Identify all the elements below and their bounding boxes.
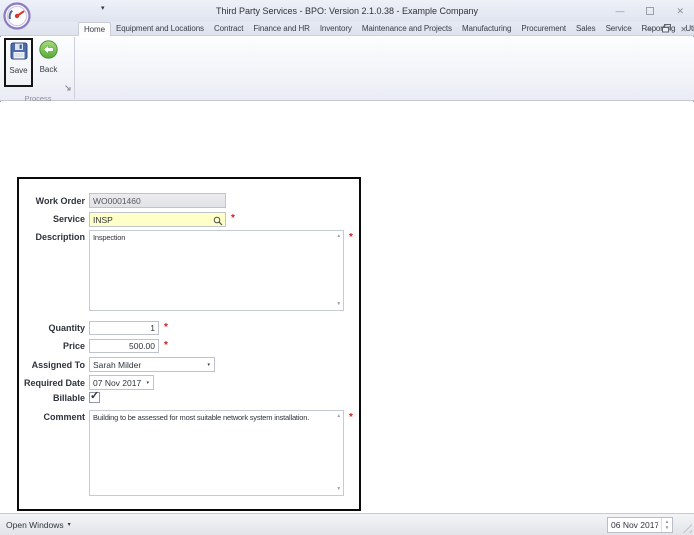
description-label: Description [35,232,85,242]
billable-checkbox[interactable]: ✓ [89,390,100,403]
close-button[interactable]: ✕ [676,6,684,16]
service-label: Service [52,213,85,224]
price-required-marker: * [164,340,168,351]
billable-label: Billable [52,392,85,403]
statusbar: Open Windows ▾ ▲ ▼ [0,513,694,535]
minimize-button[interactable]: — [615,6,624,16]
tab-contract[interactable]: Contract [209,22,248,36]
ribbon-group-process: Save Back Process [2,37,75,103]
open-windows-button[interactable]: Open Windows ▾ [6,514,71,535]
ribbon-close-icon[interactable]: ✕ [680,25,687,34]
tab-maintenance-and-projects[interactable]: Maintenance and Projects [357,22,457,36]
tab-procurement[interactable]: Procurement [516,22,571,36]
back-button[interactable]: Back [36,40,61,74]
work-order-label: Work Order [35,195,85,206]
ribbon-tab-bar: Home Equipment and Locations Contract Fi… [0,22,694,36]
price-input[interactable] [89,339,159,353]
assigned-to-select[interactable]: Sarah Milder ▾ [89,357,215,372]
assigned-to-label: Assigned To [31,359,85,370]
scroll-up-icon[interactable]: ▲ [336,414,341,419]
required-date-select[interactable]: 07 Nov 2017 ▾ [89,375,154,390]
save-icon [10,42,28,65]
app-logo-icon[interactable] [3,2,31,30]
resize-grip[interactable] [679,520,692,533]
save-button-highlight: Save [4,38,33,87]
chevron-down-icon: ▾ [67,522,71,528]
quantity-label: Quantity [48,323,85,333]
status-date-input[interactable] [608,518,661,532]
spinner-up-icon[interactable]: ▲ [665,519,669,525]
back-icon [39,40,58,64]
tab-manufacturing[interactable]: Manufacturing [457,22,516,36]
back-button-label: Back [39,65,58,74]
comment-required-marker: * [349,412,353,423]
restore-window-icon[interactable] [662,24,672,35]
tab-equipment-and-locations[interactable]: Equipment and Locations [111,22,209,36]
search-icon[interactable] [213,213,223,231]
comment-label: Comment [43,412,85,422]
ribbon-minimize-icon[interactable]: — [645,25,653,34]
description-required-marker: * [349,232,353,243]
service-input[interactable] [89,212,226,227]
required-date-label: Required Date [23,377,85,388]
chevron-down-icon: ▾ [207,361,210,368]
tab-service[interactable]: Service [601,22,637,36]
tab-home[interactable]: Home [78,22,111,36]
scroll-up-icon[interactable]: ▲ [336,234,341,239]
work-order-form: Work Order Service * Description Inspect… [17,177,361,511]
work-order-field[interactable] [89,193,226,208]
spinner-down-icon[interactable]: ▼ [665,525,669,531]
chevron-down-icon: ▾ [146,379,149,386]
scroll-down-icon[interactable]: ▼ [336,302,341,307]
quick-access-dropdown-icon[interactable]: ▾ [101,4,105,12]
status-date-field[interactable]: ▲ ▼ [607,517,673,533]
quantity-input[interactable] [89,321,159,335]
price-label: Price [62,341,85,351]
comment-textarea[interactable]: Building to be assessed for most suitabl… [89,410,344,496]
app-window: Third Party Services - BPO: Version 2.1.… [0,0,694,535]
date-spinner[interactable]: ▲ ▼ [661,518,672,532]
tab-sales[interactable]: Sales [571,22,601,36]
save-button-label: Save [9,66,28,75]
service-required-marker: * [231,212,235,224]
description-textarea[interactable]: Inspection ▲ ▼ [89,230,344,311]
scroll-down-icon[interactable]: ▼ [336,487,341,492]
tab-finance-and-hr[interactable]: Finance and HR [248,22,314,36]
check-icon: ✓ [90,390,100,402]
maximize-button[interactable] [646,7,655,15]
dialog-launcher-icon[interactable] [64,79,72,97]
ribbon: Save Back Process [0,37,694,103]
tab-inventory[interactable]: Inventory [315,22,357,36]
save-button[interactable]: Save [6,42,31,75]
quantity-required-marker: * [164,322,168,333]
